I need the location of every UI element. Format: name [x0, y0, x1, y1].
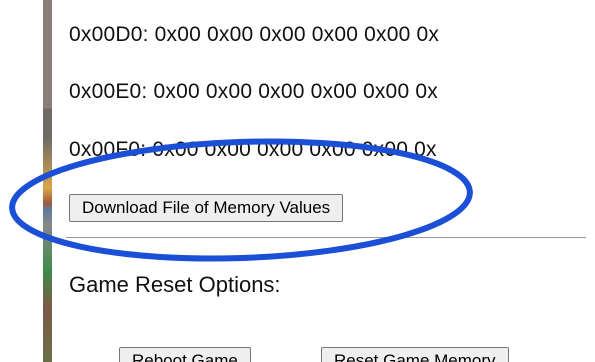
reset-game-memory-button[interactable]: Reset Game Memory — [321, 347, 509, 362]
divider — [66, 237, 586, 238]
highlight-ellipse-annotation — [9, 138, 473, 262]
memory-row: 0x00D0: 0x00 0x00 0x00 0x00 0x00 0x — [69, 23, 440, 46]
memory-row: 0x00F0: 0x00 0x00 0x00 0x00 0x00 0x — [69, 138, 437, 161]
download-memory-button[interactable]: Download File of Memory Values — [69, 194, 344, 222]
game-reset-heading: Game Reset Options: — [69, 272, 281, 297]
page: 0x00D0: 0x00 0x00 0x00 0x00 0x00 0x 0x00… — [0, 0, 595, 362]
reboot-game-button[interactable]: Reboot Game — [119, 347, 251, 362]
window-edge-strip — [43, 0, 52, 362]
memory-row: 0x00E0: 0x00 0x00 0x00 0x00 0x00 0x — [69, 80, 438, 103]
